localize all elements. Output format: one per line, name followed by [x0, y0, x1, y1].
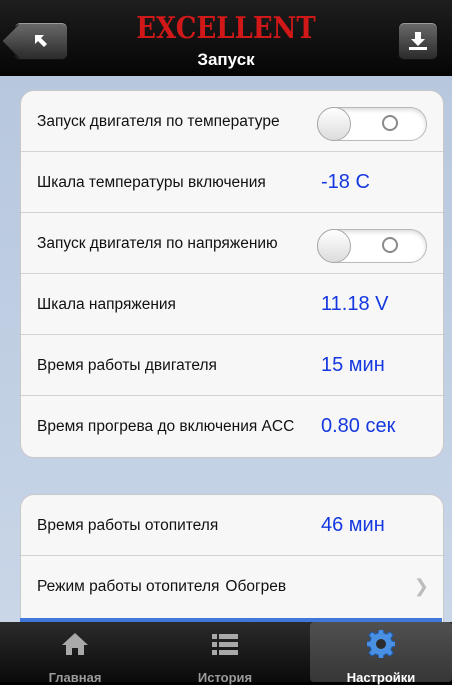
setting-label: Время работы отопителя	[37, 516, 219, 534]
setting-value: 46 мин	[321, 513, 385, 536]
setting-value: 11.18 V	[321, 292, 389, 315]
setting-label: Шкала температуры включения	[37, 173, 266, 191]
heater-mode-row[interactable]: Режим работы отопителя Обогрев ❯	[21, 556, 443, 617]
tab-label: История	[197, 670, 253, 685]
temp-start-row: Запуск двигателя по температуре	[21, 91, 443, 152]
list-icon	[150, 632, 300, 656]
chevron-right-icon: ❯	[413, 576, 429, 596]
setting-label: Режим работы отопителя	[37, 578, 220, 595]
setting-value: 0.80 сек	[321, 415, 396, 437]
off-indicator-icon	[382, 237, 398, 253]
back-button[interactable]	[14, 22, 68, 60]
setting-label: Запуск двигателя по напряжению	[37, 234, 278, 252]
download-icon	[399, 23, 437, 59]
settings-group-heater: Время работы отопителя 46 мин Режим рабо…	[20, 494, 444, 622]
voltage-start-row: Запуск двигателя по напряжению	[21, 213, 443, 274]
tab-label: Настройки	[346, 670, 416, 685]
voltage-scale-row[interactable]: Шкала напряжения 11.18 V	[21, 274, 443, 335]
engine-runtime-row[interactable]: Время работы двигателя 15 мин	[21, 335, 443, 396]
toggle-knob	[317, 229, 351, 263]
warmup-time-row[interactable]: Время прогрева до включения ACC 0.80 сек	[21, 396, 443, 457]
page-title: Запуск	[197, 50, 255, 69]
tab-settings[interactable]: Настройки	[310, 622, 452, 685]
setting-label: Время работы двигателя	[37, 356, 217, 374]
tab-label: Главная	[48, 670, 102, 685]
setting-label: Запуск двигателя по температуре	[37, 112, 280, 130]
setting-label: Время прогрева до включения ACC	[37, 418, 295, 435]
setting-value: 15 мин	[321, 353, 385, 376]
voltage-start-toggle[interactable]	[317, 229, 427, 263]
setting-label: Шкала напряжения	[37, 295, 176, 313]
setting-value: -18 C	[321, 170, 370, 193]
back-arrow-icon	[15, 23, 67, 59]
tab-bar: Главная История Настройки	[0, 622, 452, 685]
brand-logo: EXCELLENT	[136, 11, 316, 47]
home-icon	[0, 632, 150, 656]
tab-home[interactable]: Главная	[0, 622, 150, 685]
toggle-knob	[317, 107, 351, 141]
temp-scale-row[interactable]: Шкала температуры включения -18 C	[21, 152, 443, 213]
heater-mode-value: Обогрев	[225, 578, 287, 595]
tab-history[interactable]: История	[150, 622, 300, 685]
gear-icon	[310, 630, 452, 658]
temp-start-toggle[interactable]	[317, 107, 427, 141]
nav-bar: EXCELLENT Запуск	[0, 0, 452, 76]
heater-runtime-row[interactable]: Время работы отопителя 46 мин	[21, 495, 443, 556]
settings-content[interactable]: Запуск двигателя по температуре Шкала те…	[0, 76, 452, 622]
download-button[interactable]	[398, 22, 438, 60]
settings-group-engine: Запуск двигателя по температуре Шкала те…	[20, 90, 444, 458]
off-indicator-icon	[382, 115, 398, 131]
